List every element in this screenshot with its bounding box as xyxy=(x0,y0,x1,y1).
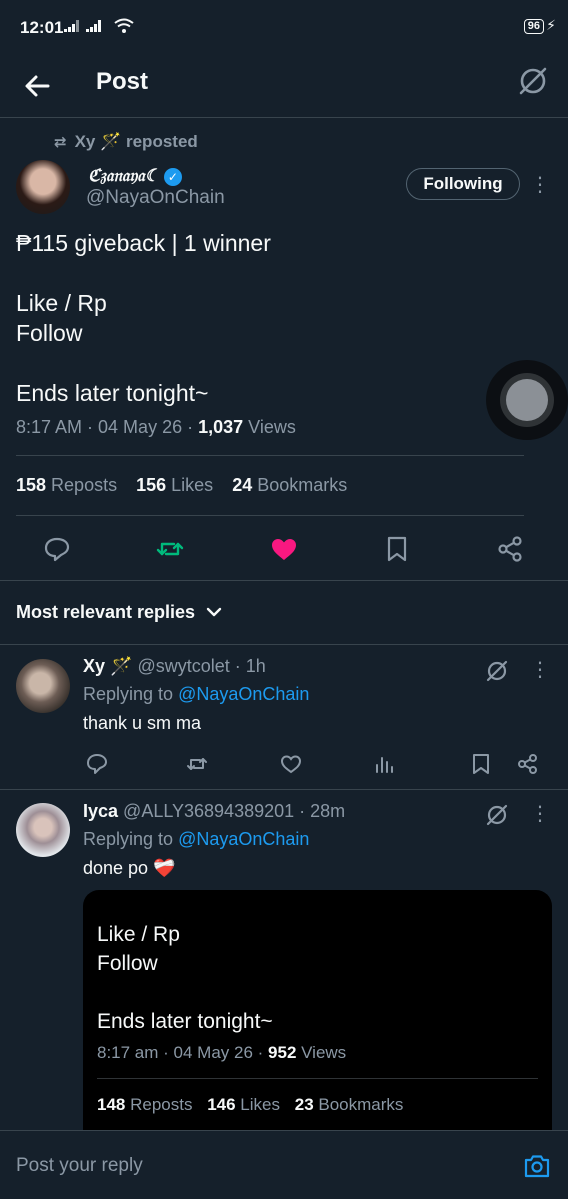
reply-author-name[interactable]: Iyca xyxy=(83,801,118,821)
divider xyxy=(0,644,568,645)
chevron-down-icon xyxy=(206,602,222,623)
wifi-icon xyxy=(114,18,134,39)
divider xyxy=(0,580,568,581)
camera-icon[interactable] xyxy=(522,1151,552,1181)
share-icon[interactable] xyxy=(493,532,527,566)
post-timestamp: 8:17 AM · 04 May 26 · 1,037 Views xyxy=(16,417,296,437)
divider xyxy=(97,1078,538,1079)
repost-icon[interactable] xyxy=(153,532,187,566)
reposts-stat[interactable]: 158 Reposts xyxy=(16,475,117,495)
view-count: 1,037 xyxy=(198,417,244,437)
avatar[interactable] xyxy=(16,659,70,713)
replying-to-link[interactable]: @NayaOnChain xyxy=(178,684,309,704)
bookmark-icon[interactable] xyxy=(468,751,494,777)
divider xyxy=(16,455,524,456)
likes-stat[interactable]: 156 Likes xyxy=(136,475,213,495)
battery-icon: 96 xyxy=(523,19,544,34)
replies-sort-dropdown[interactable]: Most relevant replies xyxy=(16,602,222,623)
repost-small-icon: ⇄ xyxy=(54,134,67,151)
share-icon[interactable] xyxy=(515,751,541,777)
reply-input[interactable]: Post your reply xyxy=(16,1155,143,1177)
author-name[interactable]: ℭ𝔷𝔞𝔫𝔞𝔶𝔞☾ ✓ xyxy=(88,166,182,186)
divider xyxy=(0,789,568,790)
signal-icon xyxy=(64,18,112,37)
divider xyxy=(16,515,524,516)
page-title: Post xyxy=(96,68,149,95)
grok-icon[interactable] xyxy=(484,802,510,828)
reply-compose-bar: Post your reply xyxy=(0,1130,568,1199)
like-icon[interactable] xyxy=(278,751,304,777)
grok-icon[interactable] xyxy=(516,64,550,98)
embedded-post-text: Like / Rp Follow Ends later tonight~ xyxy=(97,923,273,1033)
status-bar: 12:01 96 ⚡ xyxy=(0,0,568,56)
reply-icon[interactable] xyxy=(40,532,74,566)
post-actions xyxy=(0,528,568,568)
like-filled-icon[interactable] xyxy=(267,532,301,566)
embedded-post-timestamp: 8:17 am · 04 May 26 · 952 Views xyxy=(97,1043,347,1062)
status-time: 12:01 xyxy=(20,18,64,37)
embedded-post-stats: 148 Reposts 146 Likes 23 Bookmarks xyxy=(97,1095,404,1114)
verified-badge-icon: ✓ xyxy=(163,167,182,186)
following-button[interactable]: Following xyxy=(406,168,520,200)
repost-icon[interactable] xyxy=(184,751,210,777)
more-options-icon[interactable]: ⋮ xyxy=(530,170,550,200)
charging-icon: ⚡ xyxy=(546,17,556,33)
bookmarks-stat[interactable]: 24 Bookmarks xyxy=(232,475,347,495)
reply-text: thank u sm ma xyxy=(83,713,202,733)
reply-icon[interactable] xyxy=(84,751,110,777)
reply-handle-time: @swytcolet · 1h xyxy=(132,656,266,676)
replying-to: Replying to @NayaOnChain xyxy=(83,829,310,849)
reply-actions xyxy=(0,751,568,781)
author-handle[interactable]: @NayaOnChain xyxy=(86,187,225,209)
post-stats: 158 Reposts 156 Likes 24 Bookmarks xyxy=(16,475,361,496)
replying-to: Replying to @NayaOnChain xyxy=(83,684,310,704)
floating-assistant-button[interactable] xyxy=(486,360,568,440)
embedded-post-card[interactable]: Like / Rp Follow Ends later tonight~ 8:1… xyxy=(83,890,552,1150)
back-arrow-icon[interactable] xyxy=(20,66,60,106)
avatar[interactable] xyxy=(16,803,70,857)
reply-handle-time: @ALLY36894389201 · 28m xyxy=(118,801,346,821)
grok-icon[interactable] xyxy=(484,658,510,684)
reply-author-name[interactable]: Xy 🪄 xyxy=(83,656,132,676)
reply-header: Iyca @ALLY36894389201 · 28m xyxy=(83,801,345,822)
views-icon[interactable] xyxy=(371,751,397,777)
reply-header: Xy 🪄 @swytcolet · 1h xyxy=(83,656,266,677)
bookmark-icon[interactable] xyxy=(380,532,414,566)
reply-text: done po ❤️‍🩹 xyxy=(83,858,176,878)
more-options-icon[interactable]: ⋮ xyxy=(530,799,550,829)
more-options-icon[interactable]: ⋮ xyxy=(530,655,550,685)
top-bar: Post xyxy=(0,56,568,118)
post-text: ₱115 giveback | 1 winner Like / Rp Follo… xyxy=(16,230,271,406)
replying-to-link[interactable]: @NayaOnChain xyxy=(178,829,309,849)
repost-indicator: ⇄ Xy 🪄 reposted xyxy=(54,132,198,151)
author-avatar[interactable] xyxy=(16,160,70,214)
